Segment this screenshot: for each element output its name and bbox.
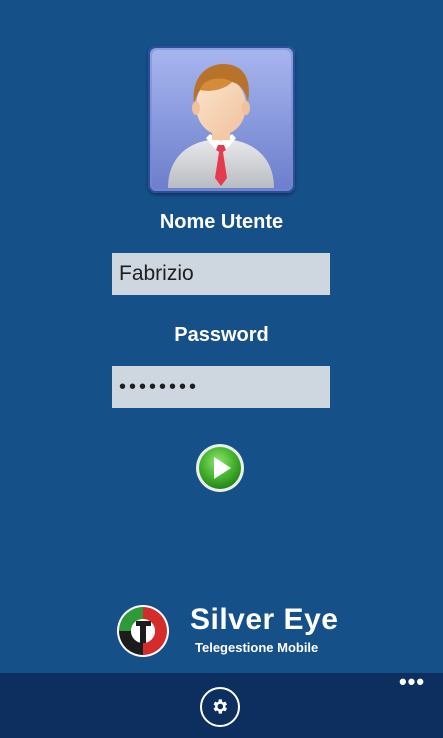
brand: Silver Eye Telegestione Mobile [115,603,355,663]
brand-name: Silver Eye [190,603,339,636]
username-field[interactable] [112,253,330,295]
brand-logo-icon [117,605,169,657]
user-avatar-icon [152,50,291,189]
settings-button[interactable] [200,687,240,727]
app-bar: ••• [0,671,443,738]
more-button[interactable]: ••• [395,671,429,695]
login-screen: Nome Utente Password [0,0,443,738]
login-button[interactable] [195,443,245,493]
username-label: Nome Utente [159,211,284,233]
password-label: Password [174,324,269,346]
brand-subtitle: Telegestione Mobile [195,640,319,655]
avatar [148,46,295,193]
gear-icon [213,699,228,714]
play-arrow-icon [196,444,244,492]
password-field[interactable] [112,366,330,408]
